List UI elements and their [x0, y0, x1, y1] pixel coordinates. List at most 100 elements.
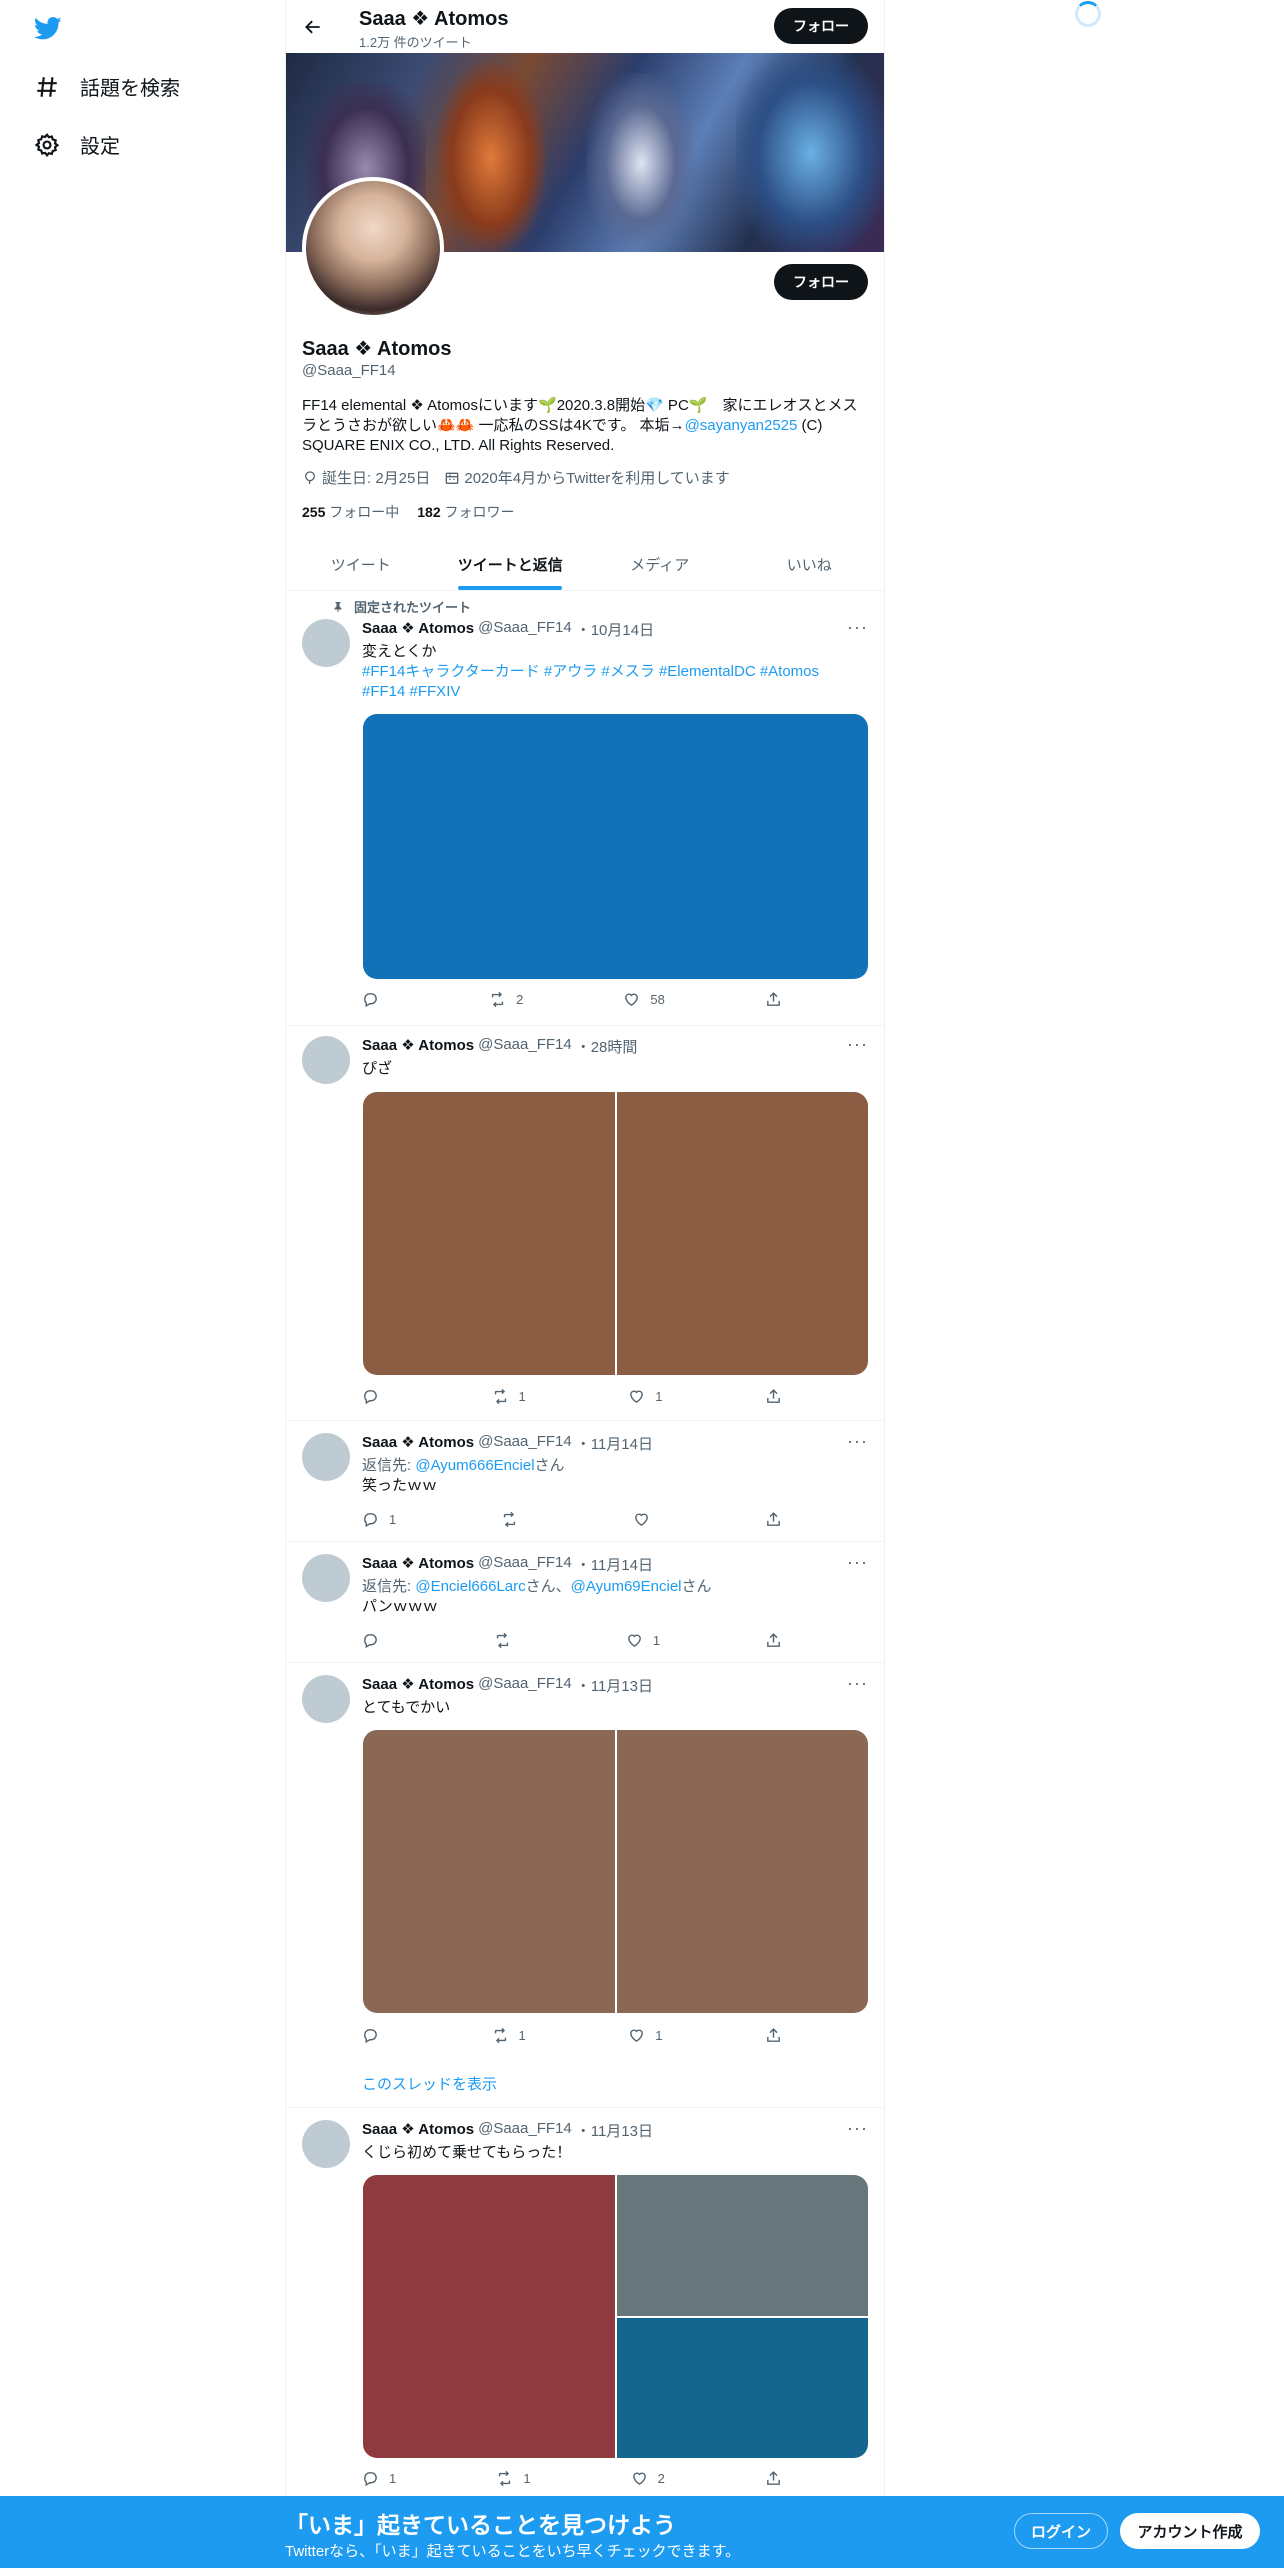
tweet-avatar[interactable]	[302, 2120, 350, 2168]
share-button[interactable]	[765, 1388, 782, 1405]
tweet[interactable]: Saaa ❖ Atomos @Saaa_FF14 ・11月14日 返信先: @A…	[286, 1421, 884, 1542]
reply-icon	[364, 1513, 377, 1528]
media-image[interactable]	[363, 2175, 615, 2458]
following-link[interactable]: 255 フォロー中	[302, 502, 399, 522]
share-button[interactable]	[765, 1511, 782, 1528]
like-button[interactable]: 1	[626, 1632, 660, 1649]
tweet-avatar[interactable]	[302, 1675, 350, 1723]
tweet-author-handle[interactable]: @Saaa_FF14	[478, 1554, 572, 1575]
show-thread-link[interactable]: このスレッドを表示	[362, 2073, 497, 2094]
tweet-author-name[interactable]: Saaa ❖ Atomos	[362, 2120, 474, 2141]
tweet-avatar[interactable]	[302, 619, 350, 667]
bio-mention-link[interactable]: @sayanyan2525	[685, 417, 798, 434]
like-button[interactable]: 2	[631, 2470, 665, 2487]
share-button[interactable]	[765, 991, 782, 1008]
tweet-author-name[interactable]: Saaa ❖ Atomos	[362, 619, 474, 640]
tweet-date[interactable]: ・11月14日	[576, 1433, 653, 1454]
tweet-date[interactable]: ・28時間	[576, 1036, 638, 1057]
tweet-date[interactable]: ・11月14日	[576, 1554, 653, 1575]
more-options-icon[interactable]: ···	[847, 1034, 868, 1055]
tweet[interactable]: Saaa ❖ Atomos @Saaa_FF14 ・11月14日 返信先: @E…	[286, 1542, 884, 1663]
retweet-button[interactable]: 1	[492, 1388, 526, 1405]
media-image[interactable]	[616, 1730, 868, 2013]
retweet-button[interactable]	[494, 1632, 521, 1649]
tweet-hashtags[interactable]: #FF14 #FFXIV	[362, 682, 868, 702]
retweet-button[interactable]: 1	[496, 2470, 531, 2487]
media-image[interactable]	[616, 2317, 868, 2458]
tweet-avatar[interactable]	[302, 1554, 350, 1602]
more-options-icon[interactable]: ···	[847, 2118, 868, 2139]
more-options-icon[interactable]: ···	[847, 1431, 868, 1452]
media-image[interactable]	[363, 1092, 615, 1375]
tweet-hashtags[interactable]: #FF14キャラクターカード #アウラ #メスラ #ElementalDC #A…	[362, 662, 868, 682]
reply-to-mention[interactable]: @Enciel666Larc	[415, 1578, 525, 1595]
reply-to-mention[interactable]: @Ayum666Enciel	[415, 1457, 534, 1474]
tweet-media[interactable]	[363, 714, 868, 979]
login-button[interactable]: ログイン	[1014, 2513, 1108, 2549]
back-button[interactable]	[300, 14, 326, 40]
tweet-author-handle[interactable]: @Saaa_FF14	[478, 619, 572, 640]
media-image[interactable]	[363, 714, 868, 979]
more-options-icon[interactable]: ···	[847, 617, 868, 638]
tweet-author-handle[interactable]: @Saaa_FF14	[478, 1433, 572, 1454]
tweet-date[interactable]: ・11月13日	[576, 2120, 653, 2141]
reply-button[interactable]	[362, 1632, 389, 1649]
tweet-author-name[interactable]: Saaa ❖ Atomos	[362, 1675, 474, 1696]
tab-likes[interactable]: いいね	[735, 538, 885, 590]
tweet-text: 笑ったｗｗ	[362, 1477, 438, 1494]
profile-avatar[interactable]	[302, 177, 444, 319]
tweet-author-handle[interactable]: @Saaa_FF14	[478, 1675, 572, 1696]
followers-link[interactable]: 182 フォロワー	[417, 502, 514, 522]
reply-to-mention[interactable]: @Ayum69Enciel	[571, 1578, 682, 1595]
pin-icon	[334, 601, 342, 612]
share-button[interactable]	[765, 2027, 782, 2044]
retweet-button[interactable]: 2	[489, 991, 523, 1008]
retweet-button[interactable]: 1	[492, 2027, 526, 2044]
tab-media[interactable]: メディア	[585, 538, 735, 590]
tweet[interactable]: Saaa ❖ Atomos @Saaa_FF14 ・11月13日 くじら初めて乗…	[286, 2108, 884, 2496]
profile-follow-button[interactable]: フォロー	[774, 264, 868, 300]
tweet-media[interactable]	[363, 1730, 868, 2013]
reply-button[interactable]	[362, 2027, 389, 2044]
sidebar-item-explore[interactable]: 話題を検索	[34, 72, 180, 101]
like-button[interactable]: 1	[628, 2027, 662, 2044]
media-image[interactable]	[363, 1730, 615, 2013]
tweet-header: Saaa ❖ Atomos @Saaa_FF14 ・11月14日	[362, 1433, 868, 1454]
reply-button[interactable]: 1	[362, 2470, 396, 2487]
sidebar-item-settings[interactable]: 設定	[34, 130, 120, 159]
share-button[interactable]	[765, 2470, 782, 2487]
signup-button[interactable]: アカウント作成	[1120, 2513, 1260, 2549]
tweet-date[interactable]: ・10月14日	[576, 619, 654, 640]
like-button[interactable]	[633, 1511, 660, 1528]
media-image[interactable]	[616, 2175, 868, 2316]
twitter-logo-icon[interactable]	[32, 14, 64, 42]
tab-tweets-and-replies[interactable]: ツイートと返信	[436, 538, 586, 590]
tweet-media[interactable]	[363, 2175, 868, 2458]
more-options-icon[interactable]: ···	[847, 1673, 868, 1694]
reply-button[interactable]	[362, 991, 389, 1008]
like-button[interactable]: 1	[628, 1388, 662, 1405]
tweet[interactable]: Saaa ❖ Atomos @Saaa_FF14 ・28時間 ぴざ ··· 11	[286, 1026, 884, 1421]
tweet-author-handle[interactable]: @Saaa_FF14	[478, 2120, 572, 2141]
reply-button[interactable]	[362, 1388, 389, 1405]
tweet[interactable]: 固定されたツイート Saaa ❖ Atomos @Saaa_FF14 ・10月1…	[286, 591, 884, 1026]
tweet[interactable]: Saaa ❖ Atomos @Saaa_FF14 ・11月13日 とてもでかい …	[286, 1663, 884, 2108]
retweet-button[interactable]	[501, 1511, 528, 1528]
reply-button[interactable]: 1	[362, 1511, 396, 1528]
tweet-author-name[interactable]: Saaa ❖ Atomos	[362, 1433, 474, 1454]
tweet-avatar[interactable]	[302, 1036, 350, 1084]
header-follow-button[interactable]: フォロー	[774, 8, 868, 44]
tab-tweets[interactable]: ツイート	[286, 538, 436, 590]
signup-headline: 「いま」起きていることを見つけよう	[285, 2512, 676, 2538]
main-column: Saaa ❖ Atomos 1.2万 件のツイート フォロー フォロー Saaa…	[285, 0, 885, 2568]
more-options-icon[interactable]: ···	[847, 1552, 868, 1573]
tweet-avatar[interactable]	[302, 1433, 350, 1481]
tweet-author-name[interactable]: Saaa ❖ Atomos	[362, 1036, 474, 1057]
share-button[interactable]	[765, 1632, 782, 1649]
tweet-author-handle[interactable]: @Saaa_FF14	[478, 1036, 572, 1057]
media-image[interactable]	[616, 1092, 868, 1375]
tweet-media[interactable]	[363, 1092, 868, 1375]
like-button[interactable]: 58	[623, 991, 665, 1008]
tweet-date[interactable]: ・11月13日	[576, 1675, 653, 1696]
tweet-author-name[interactable]: Saaa ❖ Atomos	[362, 1554, 474, 1575]
